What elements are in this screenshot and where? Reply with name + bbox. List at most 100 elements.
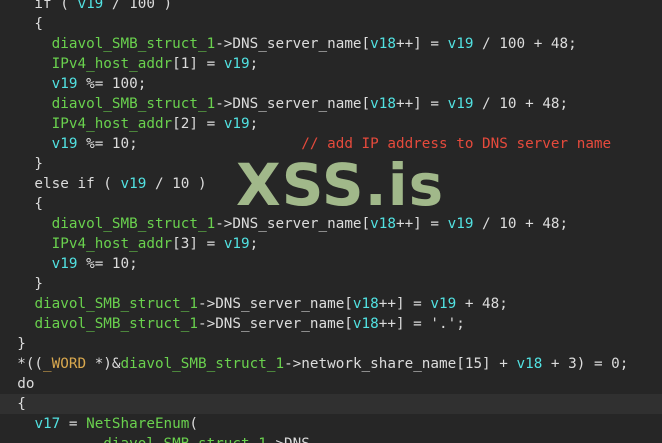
code-token: { [0,196,44,212]
code-token: v19 [51,256,78,272]
code-line[interactable]: diavol_SMB_struct_1->DNS_server_name[v18… [0,294,662,314]
code-line[interactable]: v19 %= 10; // add IP address to DNS serv… [0,134,662,154]
code-token: v19 [430,296,457,312]
code-token: v18 [370,96,396,112]
code-token: } [0,156,44,172]
code-token: v19 [51,76,78,92]
code-token: *)& [86,356,121,372]
code-token: ->DNS_server_name[ [197,316,353,332]
pseudocode-view[interactable]: if ( v19 / 100 ) { diavol_SMB_struct_1->… [0,0,662,443]
code-token: %= 10; [77,256,138,272]
code-token: ->DNS_server_name[ [215,96,371,112]
code-token: if ( [0,0,78,12]
code-line[interactable]: do [0,374,662,394]
code-token: = [60,416,87,432]
code-line[interactable]: diavol_SMB_struct_1->DNS_server_name[v18… [0,34,662,54]
code-line[interactable]: IPv4_host_addr[1] = v19; [0,54,662,74]
code-token: ->DNS_server_name[ [215,216,371,232]
code-token: / 100 + 48; [473,36,577,52]
code-line[interactable]: IPv4_host_addr[2] = v19; [0,114,662,134]
code-line[interactable]: { [0,14,662,34]
code-token: IPv4_host_addr [51,236,173,252]
code-token: ++] = '.'; [378,316,465,332]
code-token: _WORD [43,356,87,372]
code-token: v19 [447,96,474,112]
code-line[interactable]: } [0,154,662,174]
code-token: v19 [447,216,474,232]
code-line[interactable]: { [0,394,662,414]
code-token: [2] = [172,116,224,132]
code-token: v19 [223,56,250,72]
code-token: v18 [370,36,396,52]
code-token: ; [249,116,259,132]
code-token: v18 [516,356,543,372]
code-token: ++] = [395,216,448,232]
code-line[interactable]: { [0,194,662,214]
code-token: *(( [0,356,44,372]
code-line[interactable]: } [0,334,662,354]
code-token: + 3) = 0; [542,356,629,372]
code-token: ->DNS [267,436,310,443]
code-token: ( [189,416,198,432]
code-token: diavol_SMB_struct_1 [34,296,198,312]
code-token: ++] = [378,296,431,312]
code-token: IPv4_host_addr [51,56,173,72]
code-token: ->DNS_server_name[ [215,36,371,52]
code-token: v17 [34,416,61,432]
code-line[interactable]: diavol_SMB_struct_1->DNS_server_name[v18… [0,214,662,234]
code-token: v19 [120,176,147,192]
code-token: / 10 + 48; [473,96,569,112]
code-token: diavol_SMB_struct_1 [120,356,285,372]
code-line[interactable]: diavol_SMB_struct_1->DNS_server_name[v18… [0,94,662,114]
code-token: v19 [51,136,78,152]
code-token: / 10 ) [146,176,207,192]
code-line[interactable]: if ( v19 / 100 ) [0,0,662,14]
code-line[interactable]: IPv4_host_addr[3] = v19; [0,234,662,254]
code-token: / 10 + 48; [473,216,569,232]
code-token: v18 [352,316,379,332]
code-line[interactable]: diavol_SMB_struct_1->DNS_server_name[v18… [0,314,662,334]
code-token: ++] = [395,96,448,112]
code-token: diavol_SMB_struct_1 [51,216,216,232]
code-line[interactable]: v19 %= 10; [0,254,662,274]
code-line[interactable]: v17 = NetShareEnum( [0,414,662,434]
code-token: v19 [223,116,250,132]
code-token: %= 100; [77,76,147,92]
code-line[interactable]: else if ( v19 / 10 ) [0,174,662,194]
code-token: diavol_SMB_struct_1 [103,436,267,443]
code-token: NetShareEnum [86,416,190,432]
code-token: diavol_SMB_struct_1 [51,96,216,112]
code-token: %= 10; [77,136,302,152]
code-token: { [0,396,26,412]
code-token: } [0,276,44,292]
code-line[interactable]: v19 %= 100; [0,74,662,94]
code-token: } [0,336,26,352]
code-line[interactable]: diavol_SMB_struct_1->DNS [0,434,662,443]
code-token: ->DNS_server_name[ [197,296,353,312]
code-token: do [0,376,35,392]
code-token: + 48; [456,296,508,312]
code-token: diavol_SMB_struct_1 [51,36,216,52]
code-line[interactable]: } [0,274,662,294]
code-line[interactable]: *((_WORD *)&diavol_SMB_struct_1->network… [0,354,662,374]
code-token: v18 [370,216,396,232]
code-token: [3] = [172,236,224,252]
code-token: diavol_SMB_struct_1 [34,316,198,332]
code-token: v18 [352,296,379,312]
code-token: ; [249,236,259,252]
code-token: [1] = [172,56,224,72]
code-token: v19 [447,36,474,52]
code-token: ->network_share_name[15] + [284,356,517,372]
code-token: ; [249,56,259,72]
code-token: v19 [223,236,250,252]
